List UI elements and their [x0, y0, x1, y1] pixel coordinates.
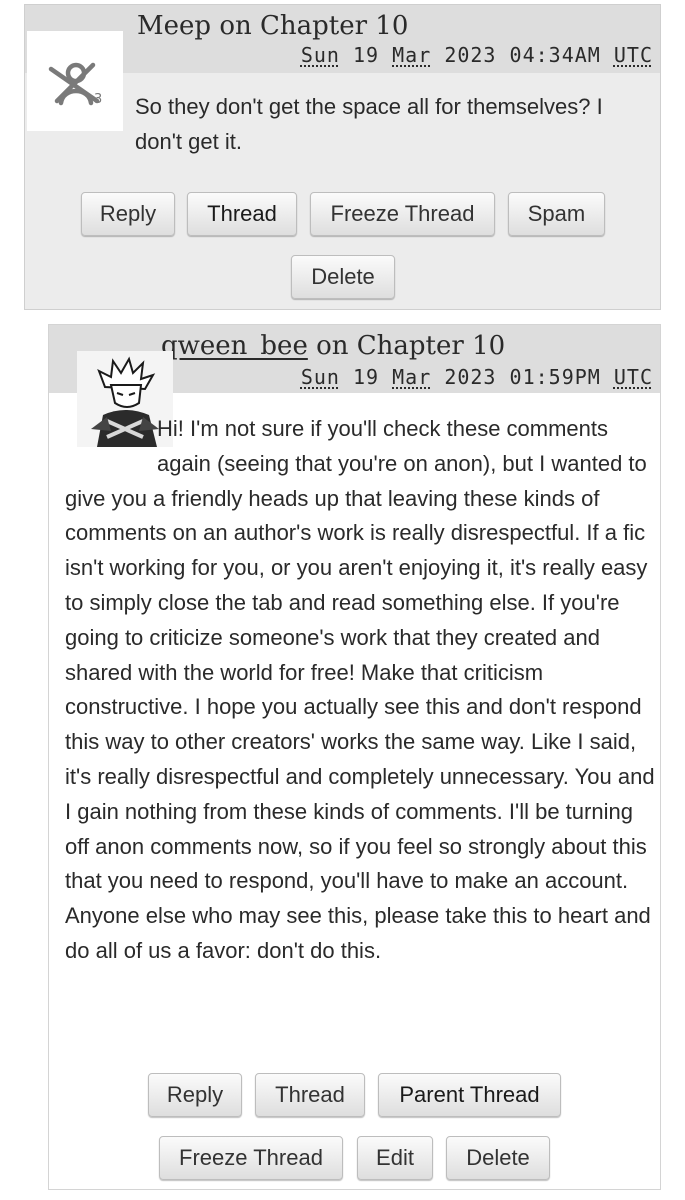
- timezone-abbr: UTC: [613, 365, 653, 389]
- comment-author: Meep: [137, 11, 212, 41]
- weekday-abbr: Sun: [300, 365, 340, 389]
- avatar-wrap-spacer: [65, 412, 157, 476]
- edit-button[interactable]: Edit: [357, 1136, 433, 1180]
- reply-button[interactable]: Reply: [148, 1073, 242, 1117]
- spam-button[interactable]: Spam: [508, 192, 605, 236]
- month-abbr: Mar: [392, 43, 432, 67]
- date-day: 19: [353, 43, 380, 67]
- comment-body: So they don't get the space all for them…: [135, 94, 603, 154]
- comment-datetime: Sun 19 Mar 2023 01:59PM UTC: [301, 365, 653, 389]
- comment-on-chapter: on Chapter 10: [316, 331, 506, 361]
- thread-button[interactable]: Thread: [255, 1073, 365, 1117]
- comment-body-text: Hi! I'm not sure if you'll check these c…: [65, 416, 655, 963]
- comment-body: Hi! I'm not sure if you'll check these c…: [65, 412, 655, 969]
- delete-button[interactable]: Delete: [291, 255, 395, 299]
- comment-author-link[interactable]: qween_bee: [161, 331, 308, 361]
- comment-on-chapter: on Chapter 10: [219, 11, 409, 41]
- weekday-abbr: Sun: [300, 43, 340, 67]
- date-year: 2023: [444, 43, 497, 67]
- comment-anonymous: Meep on Chapter 10 Sun 19 Mar 2023 04:34…: [24, 4, 661, 310]
- comment-datetime: Sun 19 Mar 2023 04:34AM UTC: [301, 43, 653, 67]
- anonymous-user-icon: 3: [27, 31, 123, 131]
- svg-text:3: 3: [94, 92, 102, 107]
- comment-byline: Meep on Chapter 10: [137, 11, 408, 41]
- comment-reply: qween_bee on Chapter 10 Sun 19 Mar 2023 …: [48, 324, 661, 1190]
- anonymous-user-icon-svg: 3: [48, 62, 102, 107]
- freeze-thread-button[interactable]: Freeze Thread: [310, 192, 495, 236]
- delete-button[interactable]: Delete: [446, 1136, 550, 1180]
- date-day: 19: [353, 365, 380, 389]
- month-abbr: Mar: [392, 365, 432, 389]
- thread-button[interactable]: Thread: [187, 192, 297, 236]
- date-time: 01:59PM: [509, 365, 601, 389]
- date-time: 04:34AM: [509, 43, 601, 67]
- timezone-abbr: UTC: [613, 43, 653, 67]
- comment-byline: qween_bee on Chapter 10: [161, 331, 505, 361]
- freeze-thread-button[interactable]: Freeze Thread: [159, 1136, 343, 1180]
- parent-thread-button[interactable]: Parent Thread: [378, 1073, 561, 1117]
- date-year: 2023: [444, 365, 497, 389]
- reply-button[interactable]: Reply: [81, 192, 175, 236]
